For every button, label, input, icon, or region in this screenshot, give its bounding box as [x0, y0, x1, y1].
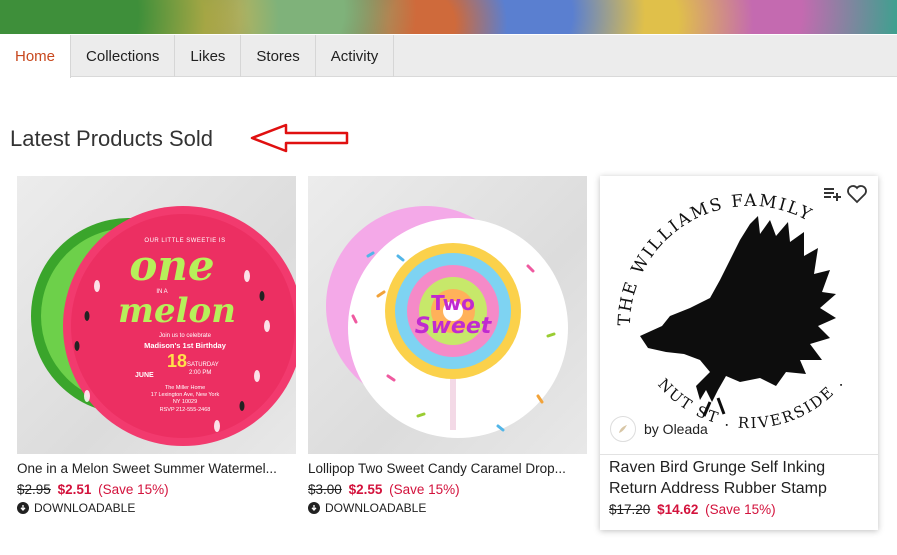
product-image[interactable]: THE WILLIAMS FAMILY NUT ST . RIVERSIDE .… [600, 176, 878, 454]
profile-banner [0, 0, 897, 34]
downloadable-label: DOWNLOADABLE [34, 501, 136, 515]
invite-rsvp: RSVP 212-555-2468 [159, 407, 211, 413]
invite-join: Join us to celebrate [158, 333, 212, 339]
arrow-annotation-icon [250, 123, 349, 153]
savings-label: (Save 15%) [389, 482, 460, 497]
original-price: $3.00 [308, 482, 342, 497]
downloadable-label: DOWNLOADABLE [325, 501, 427, 515]
sale-price: $2.55 [348, 482, 383, 497]
invite-big-melon: melon [118, 291, 236, 331]
lollipop-text-sweet: Sweet [414, 314, 492, 339]
original-price: $2.95 [17, 482, 51, 497]
designer-byline[interactable]: by Oleada [610, 416, 708, 442]
product-title[interactable]: Lollipop Two Sweet Candy Caramel Drop... [308, 459, 587, 479]
tab-home[interactable]: Home [0, 35, 72, 78]
designer-name[interactable]: by Oleada [644, 421, 708, 437]
product-price: $3.00 $2.55 (Save 15%) [308, 479, 587, 500]
tab-likes[interactable]: Likes [175, 35, 242, 77]
product-title[interactable]: Raven Bird Grunge Self Inking Return Add… [609, 457, 869, 499]
product-card[interactable]: OUR LITTLE SWEETIE IS one IN A melon Joi… [17, 176, 296, 515]
invite-date: 18 [167, 351, 188, 371]
product-image[interactable]: OUR LITTLE SWEETIE IS one IN A melon Joi… [17, 176, 296, 454]
download-icon [17, 502, 29, 514]
card-actions [822, 184, 868, 204]
raven-stamp-image: THE WILLIAMS FAMILY NUT ST . RIVERSIDE . [615, 191, 846, 432]
product-info: Raven Bird Grunge Self Inking Return Add… [600, 454, 878, 520]
lollipop-text-two: Two [431, 291, 475, 315]
sale-price: $14.62 [657, 502, 699, 517]
invite-day: SATURDAY [187, 362, 219, 368]
invite-addr2: 17 Lexington Ave, New York [150, 392, 220, 398]
designer-avatar[interactable] [610, 416, 636, 442]
invite-addr1: The Miller Home [164, 385, 206, 391]
download-icon [308, 502, 320, 514]
profile-tabs: Home Collections Likes Stores Activity [0, 35, 897, 78]
sale-price: $2.51 [57, 482, 92, 497]
product-title[interactable]: One in a Melon Sweet Summer Watermel... [17, 459, 296, 479]
product-price: $17.20 $14.62 (Save 15%) [609, 499, 869, 520]
downloadable-badge: DOWNLOADABLE [308, 501, 587, 515]
section-title: Latest Products Sold [10, 126, 214, 151]
product-price: $2.95 $2.51 (Save 15%) [17, 479, 296, 500]
tab-activity[interactable]: Activity [316, 35, 395, 77]
downloadable-badge: DOWNLOADABLE [17, 501, 296, 515]
heart-icon[interactable] [846, 184, 868, 204]
product-image[interactable]: Two Sweet [308, 176, 587, 454]
product-card[interactable]: THE WILLIAMS FAMILY NUT ST . RIVERSIDE .… [600, 176, 878, 530]
tab-stores[interactable]: Stores [241, 35, 316, 77]
invite-addr3: NY 10029 [172, 399, 198, 405]
original-price: $17.20 [609, 502, 651, 517]
invite-big-one: one [129, 241, 215, 290]
savings-label: (Save 15%) [98, 482, 169, 497]
savings-label: (Save 15%) [705, 502, 776, 517]
invite-time: 2:00 PM [189, 370, 212, 376]
raven-silhouette [640, 216, 836, 402]
invite-name: Madison's 1st Birthday [144, 341, 226, 350]
invite-month: JUNE [135, 372, 154, 379]
tab-collections[interactable]: Collections [71, 35, 176, 77]
product-card[interactable]: Two Sweet Lollipop Two Sweet Candy Caram… [308, 176, 587, 515]
add-to-collection-icon[interactable] [822, 184, 842, 204]
